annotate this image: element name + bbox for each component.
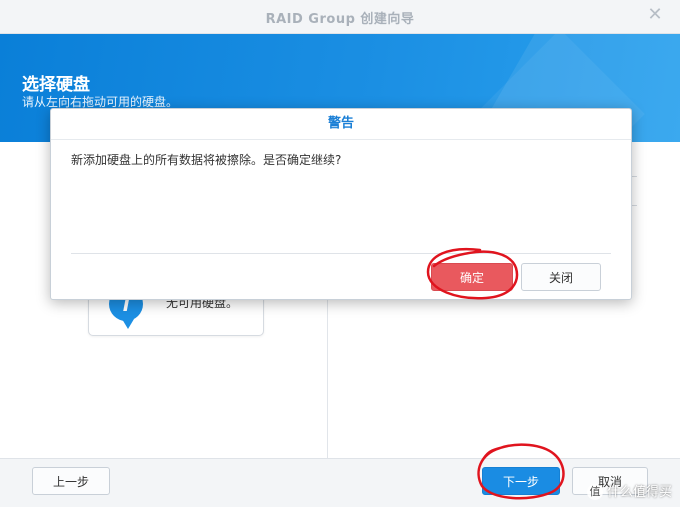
dialog-title: 警告 <box>51 109 631 140</box>
warning-dialog: 警告 新添加硬盘上的所有数据将被擦除。是否确定继续? 确定 关闭 <box>50 108 632 300</box>
close-icon[interactable]: ✕ <box>646 6 664 24</box>
wizard-footer: 上一步 下一步 取消 值什么值得买 <box>0 458 680 507</box>
watermark-badge: 值 <box>586 484 603 500</box>
next-button[interactable]: 下一步 <box>482 467 560 495</box>
previous-button[interactable]: 上一步 <box>32 467 110 495</box>
dialog-divider <box>71 253 611 254</box>
window-title: RAID Group 创建向导 <box>265 12 415 27</box>
watermark-text: 什么值得买 <box>606 484 672 500</box>
dialog-message: 新添加硬盘上的所有数据将被擦除。是否确定继续? <box>71 153 342 167</box>
title-bar: RAID Group 创建向导 ✕ <box>0 0 680 34</box>
confirm-button[interactable]: 确定 <box>431 263 513 291</box>
watermark: 值什么值得买 <box>586 481 672 500</box>
dialog-close-button[interactable]: 关闭 <box>521 263 601 291</box>
page-title: 选择硬盘 <box>22 75 90 95</box>
raid-group-wizard-window: RAID Group 创建向导 ✕ 选择硬盘 请从左向右拖动可用的硬盘。 i 无… <box>0 0 680 507</box>
